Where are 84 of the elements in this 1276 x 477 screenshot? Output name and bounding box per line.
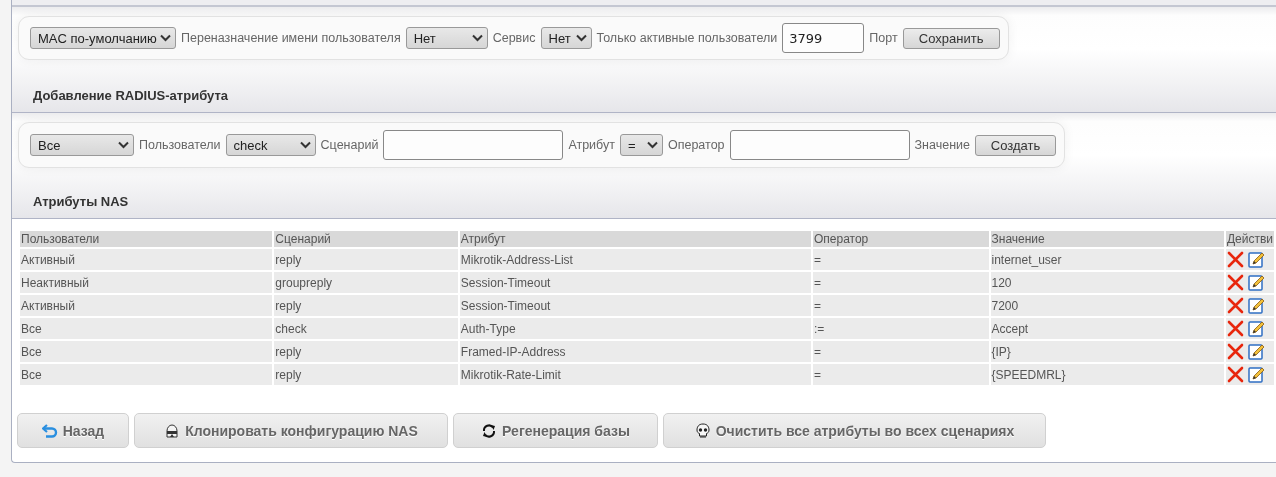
delete-icon[interactable] [1226, 274, 1244, 291]
table-cell: 120 [990, 272, 1224, 293]
table-cell: Framed-IP-Address [459, 341, 811, 362]
chevron-icon [471, 34, 483, 42]
field-label: Порт [869, 31, 898, 45]
skull-icon [694, 422, 711, 439]
delete-icon[interactable] [1226, 366, 1244, 383]
field-label: Оператор [667, 138, 725, 152]
input-field[interactable]: 3799 [782, 23, 865, 53]
column-header: Значение [990, 231, 1224, 247]
table-cell: groupreply [274, 272, 458, 293]
field-label: Сценарий [320, 138, 379, 152]
edit-icon[interactable] [1247, 343, 1265, 360]
column-header: Пользователи [20, 231, 273, 247]
refresh-icon [481, 422, 498, 439]
field-label: Только активные пользователи [596, 31, 778, 45]
field-label: Значение [914, 138, 970, 152]
table-cell: Все [20, 364, 273, 385]
edit-icon[interactable] [1247, 366, 1265, 383]
submit-button[interactable]: Создать [974, 134, 1056, 156]
field-label: Пользователи [139, 138, 221, 152]
table-cell: Mikrotik-Rate-Limit [459, 364, 811, 385]
edit-icon[interactable] [1247, 274, 1265, 291]
table-cell: = [812, 272, 989, 293]
table-cell: reply [274, 295, 458, 316]
chevron-icon [299, 141, 311, 149]
dropdown[interactable]: check [225, 134, 316, 156]
table-cell: 7200 [990, 295, 1224, 316]
table-cell: check [274, 318, 458, 339]
dropdown[interactable]: Нет [540, 27, 592, 49]
delete-icon[interactable] [1226, 320, 1244, 337]
table-cell: Активный [20, 249, 273, 270]
table-cell: {IP} [990, 341, 1224, 362]
chevron-icon [160, 34, 171, 42]
input-field[interactable] [729, 130, 910, 160]
dropdown[interactable]: = [619, 134, 663, 156]
table-cell: Неактивный [20, 272, 273, 293]
field-label: Переназначение имени пользователя [181, 31, 401, 45]
table-cell: reply [274, 249, 458, 270]
edit-icon[interactable] [1247, 297, 1265, 314]
column-header: Оператор [812, 231, 989, 247]
column-header: Действи [1225, 231, 1274, 247]
table-cell: internet_user [990, 249, 1224, 270]
table-cell: Все [20, 341, 273, 362]
table-cell: Mikrotik-Address-List [459, 249, 811, 270]
edit-icon[interactable] [1247, 320, 1265, 337]
input-field[interactable] [383, 130, 564, 160]
table-cell: reply [274, 341, 458, 362]
field-label: Атрибут [568, 138, 615, 152]
section-title: Добавление RADIUS-атрибута [32, 87, 229, 105]
delete-icon[interactable] [1226, 343, 1244, 360]
back-arrow-icon [41, 422, 58, 439]
table-cell: Accept [990, 318, 1224, 339]
action-button[interactable]: Клонировать конфигурацию NAS [134, 413, 448, 448]
table-cell: Session-Timeout [459, 272, 811, 293]
delete-icon[interactable] [1226, 251, 1244, 268]
table-cell: = [812, 249, 989, 270]
table-cell: Session-Timeout [459, 295, 811, 316]
edit-icon[interactable] [1247, 251, 1265, 268]
dropdown[interactable]: Все [30, 134, 134, 156]
table-cell: Активный [20, 295, 273, 316]
table-cell: Auth-Type [459, 318, 811, 339]
submit-button[interactable]: Сохранить [902, 27, 1000, 49]
chevron-icon [118, 141, 129, 149]
action-button[interactable]: Назад [17, 413, 129, 448]
action-button[interactable]: Очистить все атрибуты во всех сценариях [663, 413, 1046, 448]
table-cell: := [812, 318, 989, 339]
chevron-icon [646, 141, 658, 149]
delete-icon[interactable] [1226, 297, 1244, 314]
chevron-icon [575, 34, 587, 42]
dropdown[interactable]: MAC по-умолчанию [30, 27, 176, 49]
column-header: Атрибут [459, 231, 811, 247]
dropdown[interactable]: Нет [405, 27, 488, 49]
field-label: Сервис [492, 31, 536, 45]
helmet-icon [164, 422, 181, 439]
table-cell: reply [274, 364, 458, 385]
table-cell: Все [20, 318, 273, 339]
table-cell: = [812, 364, 989, 385]
section-title: Атрибуты NAS [32, 193, 130, 211]
column-header: Сценарий [274, 231, 458, 247]
table-cell: = [812, 341, 989, 362]
table-cell: {SPEEDMRL} [990, 364, 1224, 385]
action-button[interactable]: Регенерация базы [453, 413, 658, 448]
table-cell: = [812, 295, 989, 316]
